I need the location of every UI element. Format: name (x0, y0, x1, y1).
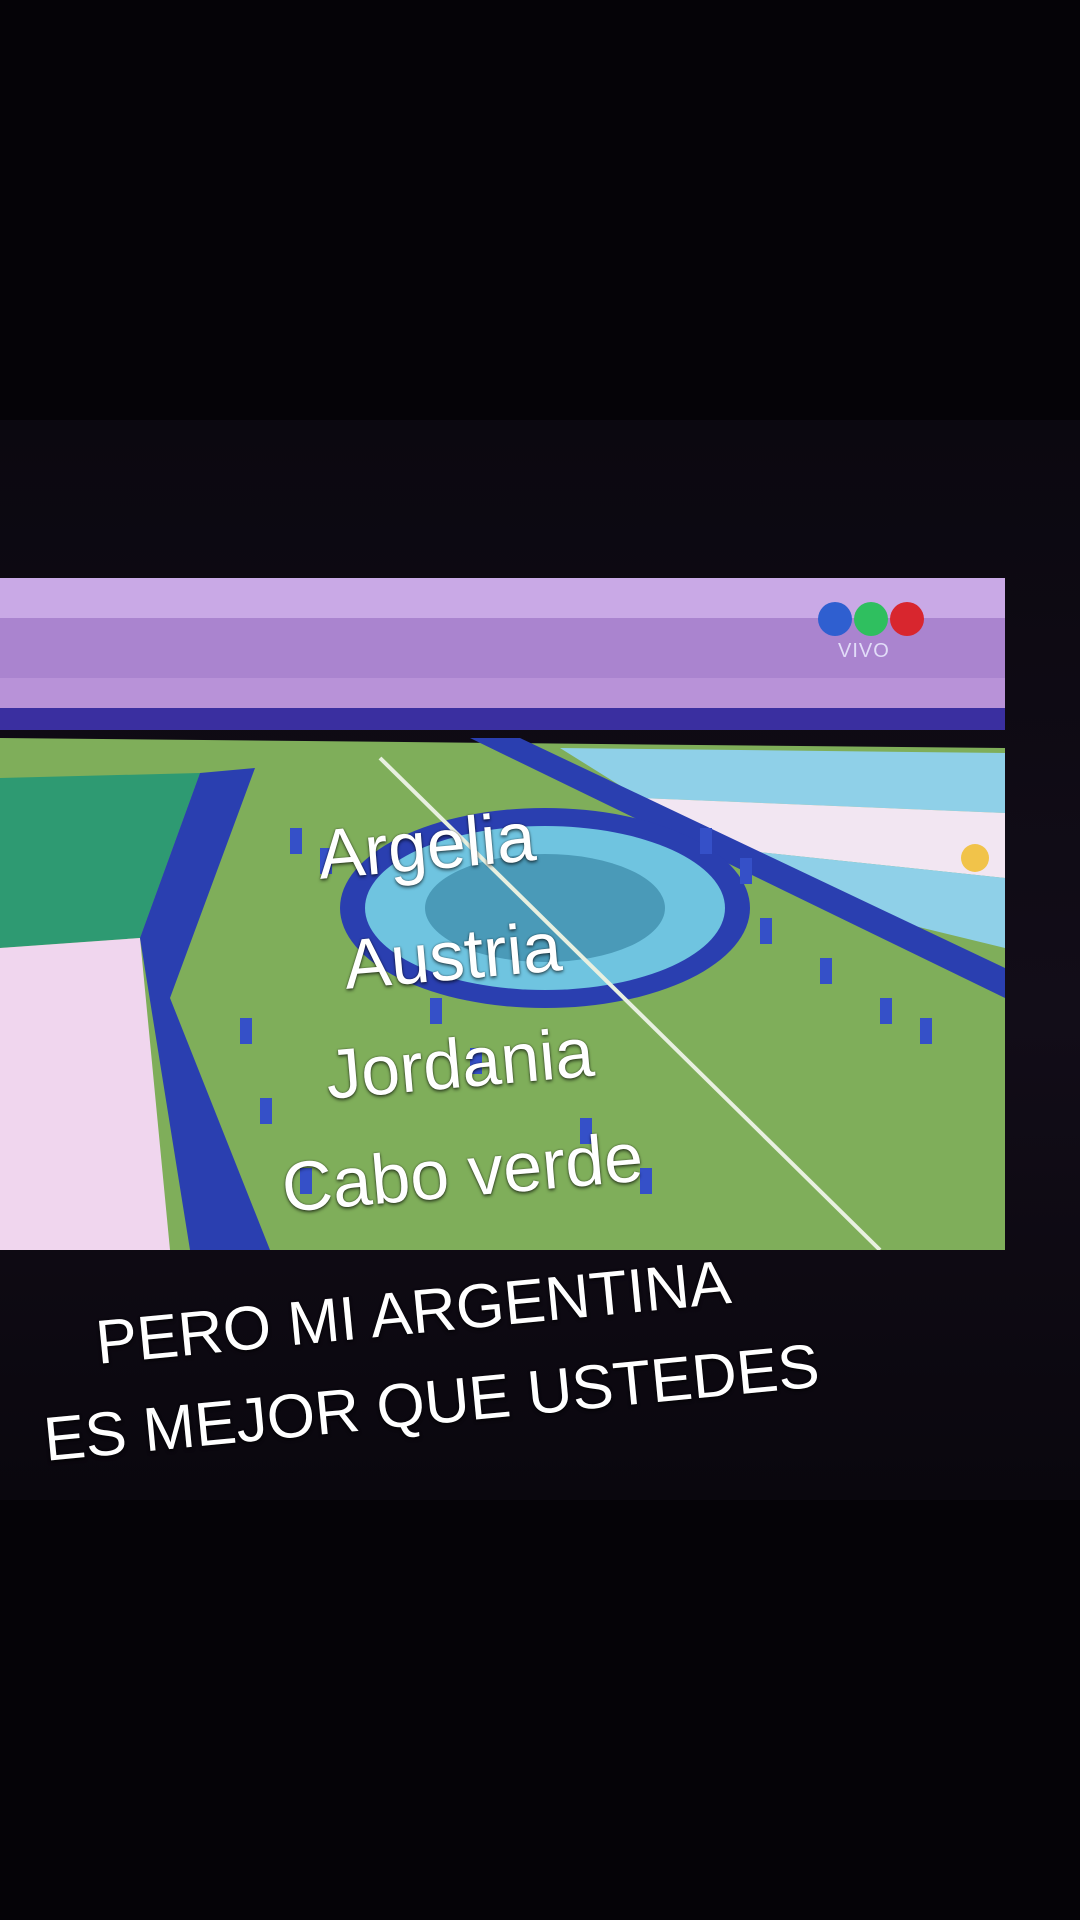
channel-logo (818, 602, 928, 638)
live-tag: VIVO (838, 640, 890, 662)
logo-dot-blue (818, 602, 852, 636)
logo-dot-green (854, 602, 888, 636)
video-frame: VIVO Argelia Austria Jordania Cabo verde… (0, 0, 1080, 1920)
logo-dot-red (890, 602, 924, 636)
dark-bottom-area (0, 1500, 1080, 1920)
